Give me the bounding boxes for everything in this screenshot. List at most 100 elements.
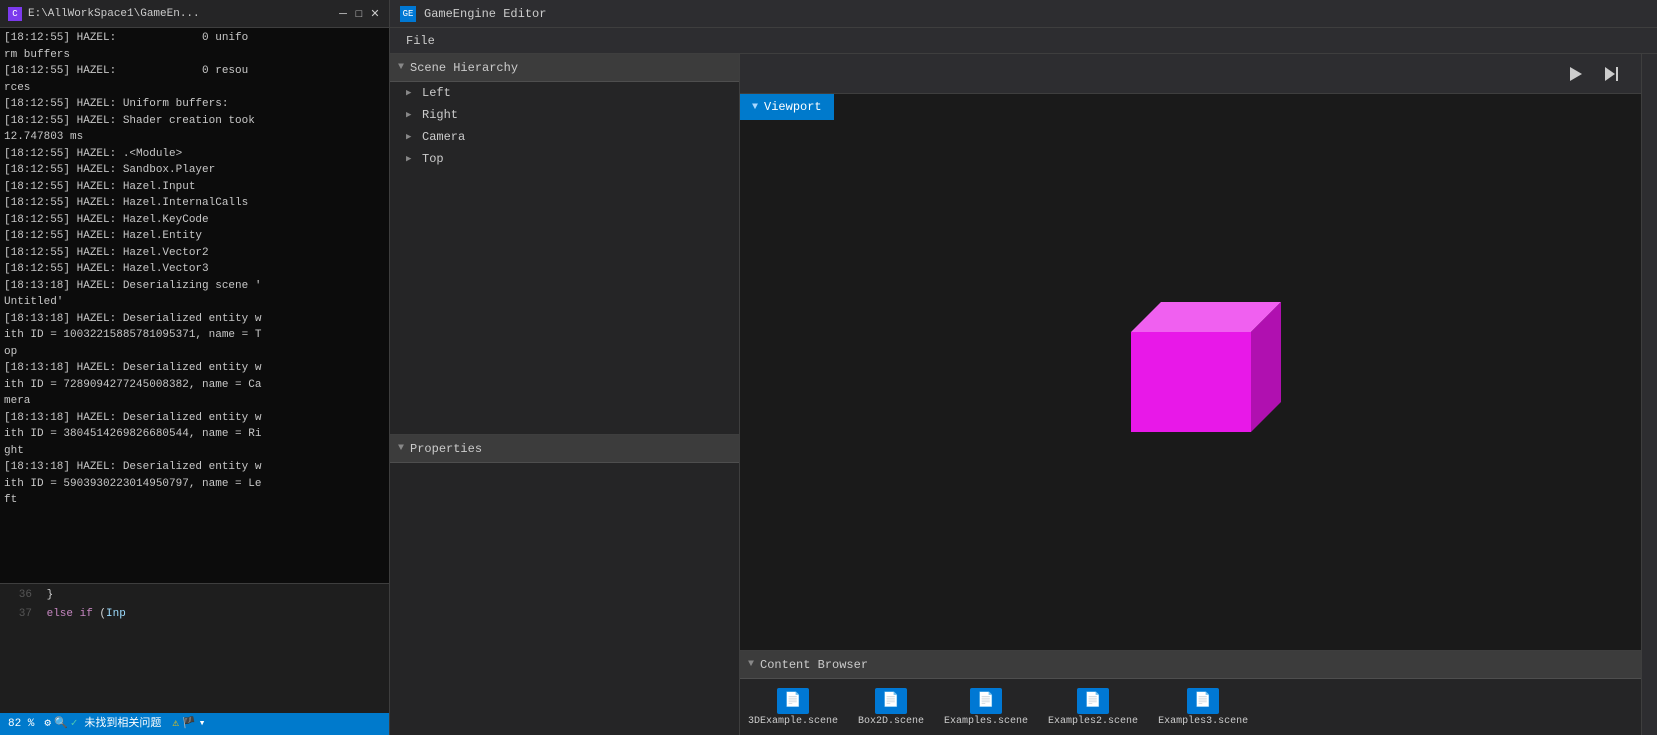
warning-icon: ⚠ <box>172 716 179 733</box>
viewport-tab: ▼ Viewport <box>740 94 834 120</box>
console-output: [18:12:55] HAZEL: 0 uniform buffers[18:1… <box>0 28 389 583</box>
settings-icon[interactable]: ⚙ <box>44 716 51 733</box>
scene-hierarchy-title: Scene Hierarchy <box>410 61 518 75</box>
viewport-toolbar <box>740 54 1641 94</box>
console-line: op <box>4 344 385 361</box>
console-line: [18:12:55] HAZEL: Hazel.Entity <box>4 228 385 245</box>
console-line: 12.747803 ms <box>4 129 385 146</box>
cube-svg <box>1091 272 1291 472</box>
editor-title-text: GameEngine Editor <box>424 7 546 21</box>
flag-icon[interactable]: 🏴 <box>182 716 196 733</box>
tree-item-left[interactable]: ▶ Left <box>390 82 739 104</box>
console-status-bar: 82 % ⚙ 🔍 ✓ 未找到相关问题 ⚠ 🏴 ▾ <box>0 713 389 735</box>
menu-bar: File <box>390 28 1657 54</box>
tree-arrow-top: ▶ <box>406 154 418 164</box>
console-line: Untitled' <box>4 294 385 311</box>
properties-chevron: ▼ <box>398 443 404 454</box>
content-item-icon: 📄 <box>1187 688 1219 714</box>
content-item[interactable]: 📄 Examples3.scene <box>1158 688 1248 727</box>
status-message: 未找到相关问题 <box>84 716 161 733</box>
content-browser: ▼ Content Browser 📄3DExample.scene📄Box2D… <box>740 650 1641 735</box>
left-panels: ▼ Scene Hierarchy ▶ Left ▶ Right ▶ Camer… <box>390 54 740 735</box>
viewport-area[interactable]: ▼ Viewport <box>740 94 1641 650</box>
console-line: rm buffers <box>4 47 385 64</box>
console-line: [18:12:55] HAZEL: Uniform buffers: <box>4 96 385 113</box>
content-browser-chevron: ▼ <box>748 659 754 670</box>
console-line: ith ID = 10032215885781095371, name = T <box>4 327 385 344</box>
content-item-label: Box2D.scene <box>858 716 924 727</box>
tree-item-top[interactable]: ▶ Top <box>390 148 739 170</box>
top-bar: C E:\AllWorkSpace1\GameEn... ─ □ ✕ GE Ga… <box>0 0 1657 28</box>
status-icons: ⚙ 🔍 ✓ 未找到相关问题 ⚠ 🏴 ▾ <box>44 716 205 733</box>
console-line: [18:12:55] HAZEL: Hazel.Vector2 <box>4 245 385 262</box>
console-line: ith ID = 3804514269826680544, name = Ri <box>4 426 385 443</box>
tree-arrow-right: ▶ <box>406 110 418 120</box>
content-item[interactable]: 📄Examples.scene <box>944 688 1028 727</box>
content-browser-header: ▼ Content Browser <box>740 651 1641 679</box>
console-line: [18:13:18] HAZEL: Deserialized entity w <box>4 410 385 427</box>
scene-hierarchy-chevron: ▼ <box>398 62 404 73</box>
console-line: mera <box>4 393 385 410</box>
scene-hierarchy-content: ▶ Left ▶ Right ▶ Camera ▶ Top <box>390 82 739 434</box>
console-line: [18:12:55] HAZEL: Sandbox.Player <box>4 162 385 179</box>
console-panel: [18:12:55] HAZEL: 0 uniform buffers[18:1… <box>0 28 390 735</box>
chevron-status-icon[interactable]: ▾ <box>199 716 206 733</box>
content-item-icon: 📄 <box>970 688 1002 714</box>
console-line: [18:13:18] HAZEL: Deserializing scene ' <box>4 278 385 295</box>
content-item[interactable]: 📄 3DExample.scene <box>748 688 838 727</box>
zoom-level: 82 % <box>8 716 34 733</box>
right-panels: ▼ Viewport <box>740 54 1641 735</box>
scene-hierarchy-header: ▼ Scene Hierarchy <box>390 54 739 82</box>
viewport-tab-label: Viewport <box>764 100 822 114</box>
properties-title: Properties <box>410 442 482 456</box>
menu-file[interactable]: File <box>398 32 443 50</box>
properties-content <box>390 463 739 735</box>
console-line: ft <box>4 492 385 509</box>
console-line: [18:12:55] HAZEL: 0 unifo <box>4 30 385 47</box>
console-line: [18:12:55] HAZEL: 0 resou <box>4 63 385 80</box>
console-title-bar: C E:\AllWorkSpace1\GameEn... ─ □ ✕ <box>0 0 390 27</box>
code-line-37: 37 else if (Inp <box>4 605 385 624</box>
content-item[interactable]: 📄Box2D.scene <box>858 688 924 727</box>
properties-header: ▼ Properties <box>390 435 739 463</box>
console-line: ght <box>4 443 385 460</box>
tree-label-camera: Camera <box>422 130 465 144</box>
console-title-text: E:\AllWorkSpace1\GameEn... <box>28 8 331 20</box>
editor-app-icon: GE <box>400 6 416 22</box>
tree-label-left: Left <box>422 86 451 100</box>
tree-label-right: Right <box>422 108 458 122</box>
console-line: [18:12:55] HAZEL: Hazel.Input <box>4 179 385 196</box>
check-icon: ✓ <box>71 716 78 733</box>
search-status-icon[interactable]: 🔍 <box>54 716 68 733</box>
step-button[interactable] <box>1597 60 1625 88</box>
editor-panel: File ▼ Scene Hierarchy ▶ Left ▶ <box>390 28 1657 735</box>
main-layout: [18:12:55] HAZEL: 0 uniform buffers[18:1… <box>0 28 1657 735</box>
win-controls: ─ □ ✕ <box>337 8 381 20</box>
content-item-label: Examples2.scene <box>1048 716 1138 727</box>
content-browser-title: Content Browser <box>760 658 868 672</box>
close-button[interactable]: ✕ <box>369 8 381 20</box>
restore-button[interactable]: □ <box>353 8 365 20</box>
content-item-icon: 📄 <box>1077 688 1109 714</box>
console-line: [18:13:18] HAZEL: Deserialized entity w <box>4 459 385 476</box>
console-line: rces <box>4 80 385 97</box>
properties-panel: ▼ Properties <box>390 435 739 735</box>
3d-cube <box>1091 272 1291 472</box>
code-editor-bottom: 36 } 37 else if (Inp <box>0 583 389 713</box>
console-line: [18:12:55] HAZEL: .<Module> <box>4 146 385 163</box>
content-item[interactable]: 📄 Examples2.scene <box>1048 688 1138 727</box>
content-item-label: Examples3.scene <box>1158 716 1248 727</box>
cube-front-face <box>1131 332 1251 432</box>
minimize-button[interactable]: ─ <box>337 8 349 20</box>
tree-item-camera[interactable]: ▶ Camera <box>390 126 739 148</box>
content-item-icon: 📄 <box>777 688 809 714</box>
content-item-label: 3DExample.scene <box>748 716 838 727</box>
tree-item-right[interactable]: ▶ Right <box>390 104 739 126</box>
console-line: ith ID = 5903930223014950797, name = Le <box>4 476 385 493</box>
tree-arrow-left: ▶ <box>406 88 418 98</box>
code-line-36: 36 } <box>4 586 385 605</box>
play-button[interactable] <box>1561 60 1589 88</box>
console-line: [18:12:55] HAZEL: Shader creation took <box>4 113 385 130</box>
right-edge-panel <box>1641 54 1657 735</box>
console-line: [18:12:55] HAZEL: Hazel.Vector3 <box>4 261 385 278</box>
